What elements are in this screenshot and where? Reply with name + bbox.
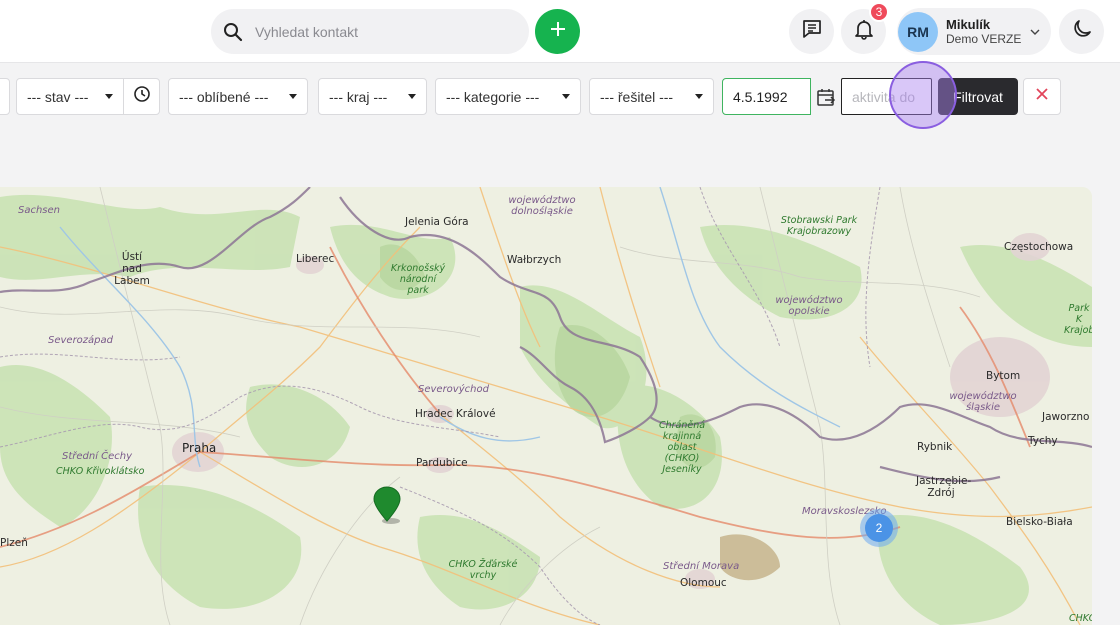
user-name: Mikulík: [946, 16, 991, 32]
map-label-city: Tychy: [1028, 435, 1058, 447]
map-label-city: Praha: [182, 441, 217, 455]
map-label-region: Střední Čechy: [62, 451, 133, 462]
user-org: Demo VERZE: [946, 31, 1022, 46]
plus-icon: [549, 20, 567, 43]
map-label-region: Střední Morava: [663, 561, 740, 572]
kategorie-select[interactable]: --- kategorie ---: [435, 78, 581, 115]
map-tiles: [0, 187, 1092, 625]
map-cluster-marker[interactable]: 2: [860, 509, 898, 547]
avatar: RM: [898, 11, 938, 52]
dark-mode-toggle[interactable]: [1059, 9, 1104, 54]
map-label-city: Rybnik: [917, 441, 953, 453]
search-icon: [211, 22, 255, 42]
map-label-park: Stobrawski Park Krajobrazowy: [780, 215, 858, 237]
chevron-down-icon: [1029, 25, 1041, 43]
date-from-input[interactable]: 4.5.1992: [722, 78, 811, 115]
date-range-icon: [811, 78, 841, 115]
map-label-region: województwo dolnośląskie: [508, 195, 576, 217]
map-label-city: Ústí nad Labem: [114, 251, 150, 287]
map-label-region: województwo śląskie: [949, 391, 1017, 413]
notifications-button[interactable]: 3: [841, 2, 889, 54]
oblibene-select[interactable]: --- oblíbené ---: [168, 78, 308, 115]
map-label-city: Pardubice: [416, 457, 468, 469]
map-label-city: Plzeň: [0, 537, 28, 549]
notification-badge: 3: [869, 2, 889, 22]
search-input[interactable]: [255, 23, 505, 40]
map-label-city: Jaworzno: [1042, 411, 1090, 423]
resitel-select-label: --- řešitel ---: [600, 88, 674, 105]
user-info: Mikulík Demo VERZE: [946, 17, 1021, 47]
stav-select-label: --- stav ---: [27, 88, 89, 105]
stav-select[interactable]: --- stav ---: [16, 78, 124, 115]
caret-down-icon: [562, 94, 570, 99]
kategorie-select-label: --- kategorie ---: [446, 88, 540, 105]
chat-icon: [801, 18, 823, 45]
cluster-count: 2: [865, 514, 893, 542]
map-label-city: Częstochowa: [1004, 241, 1074, 253]
bell-icon: [853, 18, 875, 45]
map-label-park: CHKO Horn: [1069, 613, 1092, 624]
resitel-select[interactable]: --- řešitel ---: [589, 78, 714, 115]
map-label-city: Olomouc: [680, 577, 727, 589]
date-to-field[interactable]: [841, 78, 932, 115]
map[interactable]: Sachsen województwo dolnośląskie Jelenia…: [0, 187, 1092, 625]
map-label-city: Wałbrzych: [507, 254, 562, 266]
map-label-region: województwo opolskie: [775, 295, 843, 317]
kraj-select-label: --- kraj ---: [329, 88, 388, 105]
contact-search[interactable]: [211, 9, 529, 54]
top-header: 3 RM Mikulík Demo VERZE: [0, 0, 1120, 63]
oblibene-select-label: --- oblíbené ---: [179, 88, 269, 105]
date-to-input[interactable]: [852, 88, 930, 105]
time-filter-button[interactable]: [123, 78, 160, 115]
map-label-park: CHKO Křivoklátsko: [56, 466, 145, 477]
add-button[interactable]: [535, 9, 580, 54]
map-label-city: Jastrzębie-Zdrój: [916, 475, 972, 499]
map-label-city: Bytom: [986, 370, 1021, 382]
map-label-region: Sachsen: [18, 205, 61, 216]
clock-icon: [133, 85, 151, 108]
map-label-region: Severozápad: [48, 335, 113, 346]
map-label-park: Chráněná krajinná oblast (CHKO) Jeseníky: [658, 420, 706, 475]
caret-down-icon: [289, 94, 297, 99]
caret-down-icon: [105, 94, 113, 99]
user-menu[interactable]: RM Mikulík Demo VERZE: [897, 8, 1051, 55]
messages-button[interactable]: [789, 9, 834, 54]
map-label-park: Park K Krajob: [1064, 303, 1092, 336]
kraj-select[interactable]: --- kraj ---: [318, 78, 427, 115]
map-label-city: Bielsko-Biała: [1006, 516, 1073, 528]
map-label-city: Liberec: [296, 253, 335, 265]
partial-select[interactable]: [0, 78, 10, 115]
map-label-region: Severovýchod: [418, 384, 489, 395]
clear-filters-button[interactable]: [1023, 78, 1061, 115]
map-label-park: Krkonošský národní park: [390, 263, 446, 296]
close-icon: [1035, 87, 1049, 106]
map-label-city: Jelenia Góra: [405, 216, 469, 228]
moon-icon: [1071, 18, 1093, 45]
filter-button[interactable]: Filtrovat: [938, 78, 1018, 115]
map-label-city: Hradec Králové: [415, 408, 496, 420]
caret-down-icon: [408, 94, 416, 99]
map-label-park: CHKO Žďárské vrchy: [448, 559, 518, 581]
caret-down-icon: [695, 94, 703, 99]
